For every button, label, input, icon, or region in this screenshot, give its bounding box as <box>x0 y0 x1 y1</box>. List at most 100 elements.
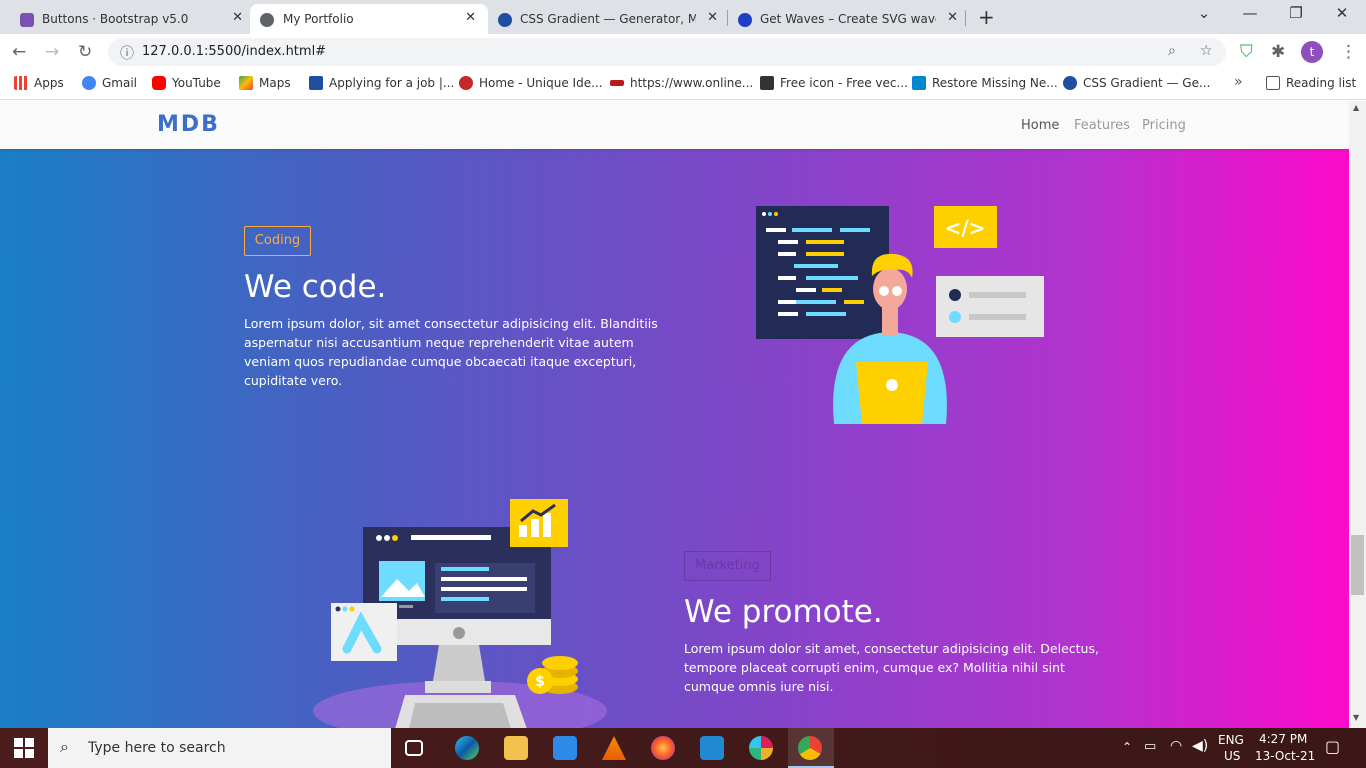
page-scrollbar[interactable]: ▲ ▼ <box>1349 101 1366 728</box>
mail-icon[interactable] <box>553 736 577 760</box>
maps-icon <box>239 76 253 90</box>
tab-bar: Buttons · Bootstrap v5.0 ✕ My Portfolio … <box>0 0 1366 34</box>
tab-title: Buttons · Bootstrap v5.0 <box>42 12 189 26</box>
search-icon: ⌕ <box>60 737 69 756</box>
bookmark-gmail[interactable]: Gmail <box>82 76 137 90</box>
nav-pricing[interactable]: Pricing <box>1142 118 1186 133</box>
bookmark-label: Free icon - Free vec... <box>780 76 908 90</box>
bookmark-label: Maps <box>259 76 291 90</box>
scroll-up-icon[interactable]: ▲ <box>1353 103 1359 112</box>
tab-search-icon[interactable]: ⌄ <box>1194 4 1214 22</box>
page-viewport: MDB Home Features Pricing Coding We code… <box>0 101 1349 728</box>
firefox-icon[interactable] <box>651 736 675 760</box>
profile-avatar[interactable]: t <box>1301 41 1323 63</box>
new-tab-icon[interactable]: + <box>978 5 995 29</box>
bookmark-youtube[interactable]: YouTube <box>152 76 221 90</box>
wifi-icon[interactable]: ◠ <box>1170 738 1182 754</box>
zoom-icon[interactable]: ⌕ <box>1168 43 1176 59</box>
menu-icon[interactable]: ⋮ <box>1340 42 1357 62</box>
nav-features[interactable]: Features <box>1074 118 1130 133</box>
tab-my-portfolio[interactable]: My Portfolio ✕ <box>250 4 488 34</box>
gradient-icon <box>498 13 512 27</box>
reload-icon[interactable]: ↻ <box>78 42 92 62</box>
gradient-icon <box>1063 76 1077 90</box>
close-icon[interactable]: ✕ <box>465 10 476 25</box>
battery-icon[interactable]: ▭ <box>1144 739 1156 754</box>
nav-home[interactable]: Home <box>1021 118 1059 133</box>
bookmark-online[interactable]: https://www.online... <box>610 76 753 90</box>
task-view-icon[interactable] <box>405 740 423 756</box>
close-icon[interactable]: ✕ <box>947 10 958 25</box>
reading-list-label: Reading list <box>1286 76 1357 90</box>
tab-css-gradient[interactable]: CSS Gradient — Generator, Make ✕ <box>498 4 720 34</box>
show-hidden-icons[interactable]: ⌃ <box>1122 740 1132 754</box>
extension-shield-icon[interactable]: ⛉ <box>1240 42 1253 62</box>
bookmark-apps[interactable]: Apps <box>14 76 64 90</box>
omnibox[interactable]: ⓘ 127.0.0.1:5500/index.html# ⌕ ☆ <box>108 38 1226 66</box>
close-icon[interactable]: ✕ <box>707 10 718 25</box>
bookmark-label: Applying for a job |... <box>329 76 455 90</box>
site-logo[interactable]: MDB <box>157 112 220 137</box>
nsdl-icon <box>610 80 624 86</box>
clock-time[interactable]: 4:27 PM <box>1259 732 1307 746</box>
section-text-code: Lorem ipsum dolor, sit amet consectetur … <box>244 316 658 388</box>
scroll-down-icon[interactable]: ▼ <box>1353 713 1359 722</box>
youtube-icon <box>152 76 166 90</box>
slack-icon[interactable] <box>749 736 773 760</box>
notifications-icon[interactable]: ▢ <box>1325 737 1340 756</box>
window-close-icon[interactable]: ✕ <box>1332 4 1352 22</box>
windows-start-icon[interactable] <box>14 738 34 758</box>
language-top[interactable]: ENG <box>1218 733 1244 747</box>
url-text[interactable]: 127.0.0.1:5500/index.html# <box>142 44 326 59</box>
bookmark-home-unique[interactable]: Home - Unique Ide... <box>459 76 603 90</box>
tab-get-waves[interactable]: Get Waves – Create SVG waves fo ✕ <box>738 4 960 34</box>
coding-illustration: </> <box>756 206 1044 424</box>
section-title-code: We code. <box>244 269 387 305</box>
tab-title: Get Waves – Create SVG waves fo <box>760 12 936 26</box>
bookmark-css-gradient[interactable]: CSS Gradient — Ge... <box>1063 76 1210 90</box>
close-icon[interactable]: ✕ <box>232 10 243 25</box>
bookmark-restore[interactable]: Restore Missing Ne... <box>912 76 1058 90</box>
bookmarks-bar: Apps Gmail YouTube Maps Applying for a j… <box>0 70 1366 100</box>
back-icon[interactable]: ← <box>12 42 26 62</box>
bookmark-label: Apps <box>34 76 64 90</box>
bookmark-label: CSS Gradient — Ge... <box>1083 76 1211 90</box>
edge-icon[interactable] <box>455 736 479 760</box>
svg-text:</>: </> <box>945 216 986 240</box>
forward-icon[interactable]: → <box>45 42 59 62</box>
marketing-illustration: $ <box>313 499 607 728</box>
bookmark-label: Restore Missing Ne... <box>932 76 1058 90</box>
extensions-puzzle-icon[interactable]: ✱ <box>1271 42 1285 62</box>
svg-text:$: $ <box>535 674 545 690</box>
bookmark-maps[interactable]: Maps <box>239 76 291 90</box>
restore-icon <box>912 76 926 90</box>
address-toolbar: ← → ↻ ⓘ 127.0.0.1:5500/index.html# ⌕ ☆ ⛉… <box>0 34 1366 70</box>
taskbar-search-box[interactable]: ⌕ Type here to search <box>48 728 391 768</box>
reading-list[interactable]: Reading list <box>1266 76 1356 90</box>
flaticon-icon <box>760 76 774 90</box>
bookmark-star-icon[interactable]: ☆ <box>1200 43 1213 59</box>
language-bottom[interactable]: US <box>1224 749 1240 763</box>
bookmark-free-icon[interactable]: Free icon - Free vec... <box>760 76 908 90</box>
bootstrap-icon <box>20 13 34 27</box>
clock-date[interactable]: 13-Oct-21 <box>1255 749 1315 763</box>
tab-bootstrap[interactable]: Buttons · Bootstrap v5.0 ✕ <box>20 4 245 34</box>
bookmark-applying-job[interactable]: Applying for a job |... <box>309 76 454 90</box>
bookmark-label: Gmail <box>102 76 138 90</box>
file-explorer-icon[interactable] <box>504 736 528 760</box>
section-text-promote: Lorem ipsum dolor sit amet, consectetur … <box>684 641 1099 694</box>
chrome-icon[interactable] <box>798 736 822 760</box>
windows-taskbar: ⌕ Type here to search ⌃ ▭ ◠ ◀) ENG US 4:… <box>0 728 1366 768</box>
restore-icon[interactable]: ❐ <box>1286 4 1306 22</box>
scrollbar-thumb[interactable] <box>1351 535 1364 595</box>
volume-icon[interactable]: ◀) <box>1192 738 1208 754</box>
vscode-icon[interactable] <box>700 736 724 760</box>
vlc-icon[interactable] <box>602 736 626 760</box>
minimize-icon[interactable]: — <box>1240 4 1260 22</box>
more-bookmarks-icon[interactable]: » <box>1234 74 1243 90</box>
info-icon[interactable]: ⓘ <box>120 43 134 63</box>
search-placeholder: Type here to search <box>88 740 226 756</box>
coding-badge: Coding <box>244 226 311 256</box>
section-title-promote: We promote. <box>684 594 883 630</box>
bookmark-label: YouTube <box>172 76 221 90</box>
